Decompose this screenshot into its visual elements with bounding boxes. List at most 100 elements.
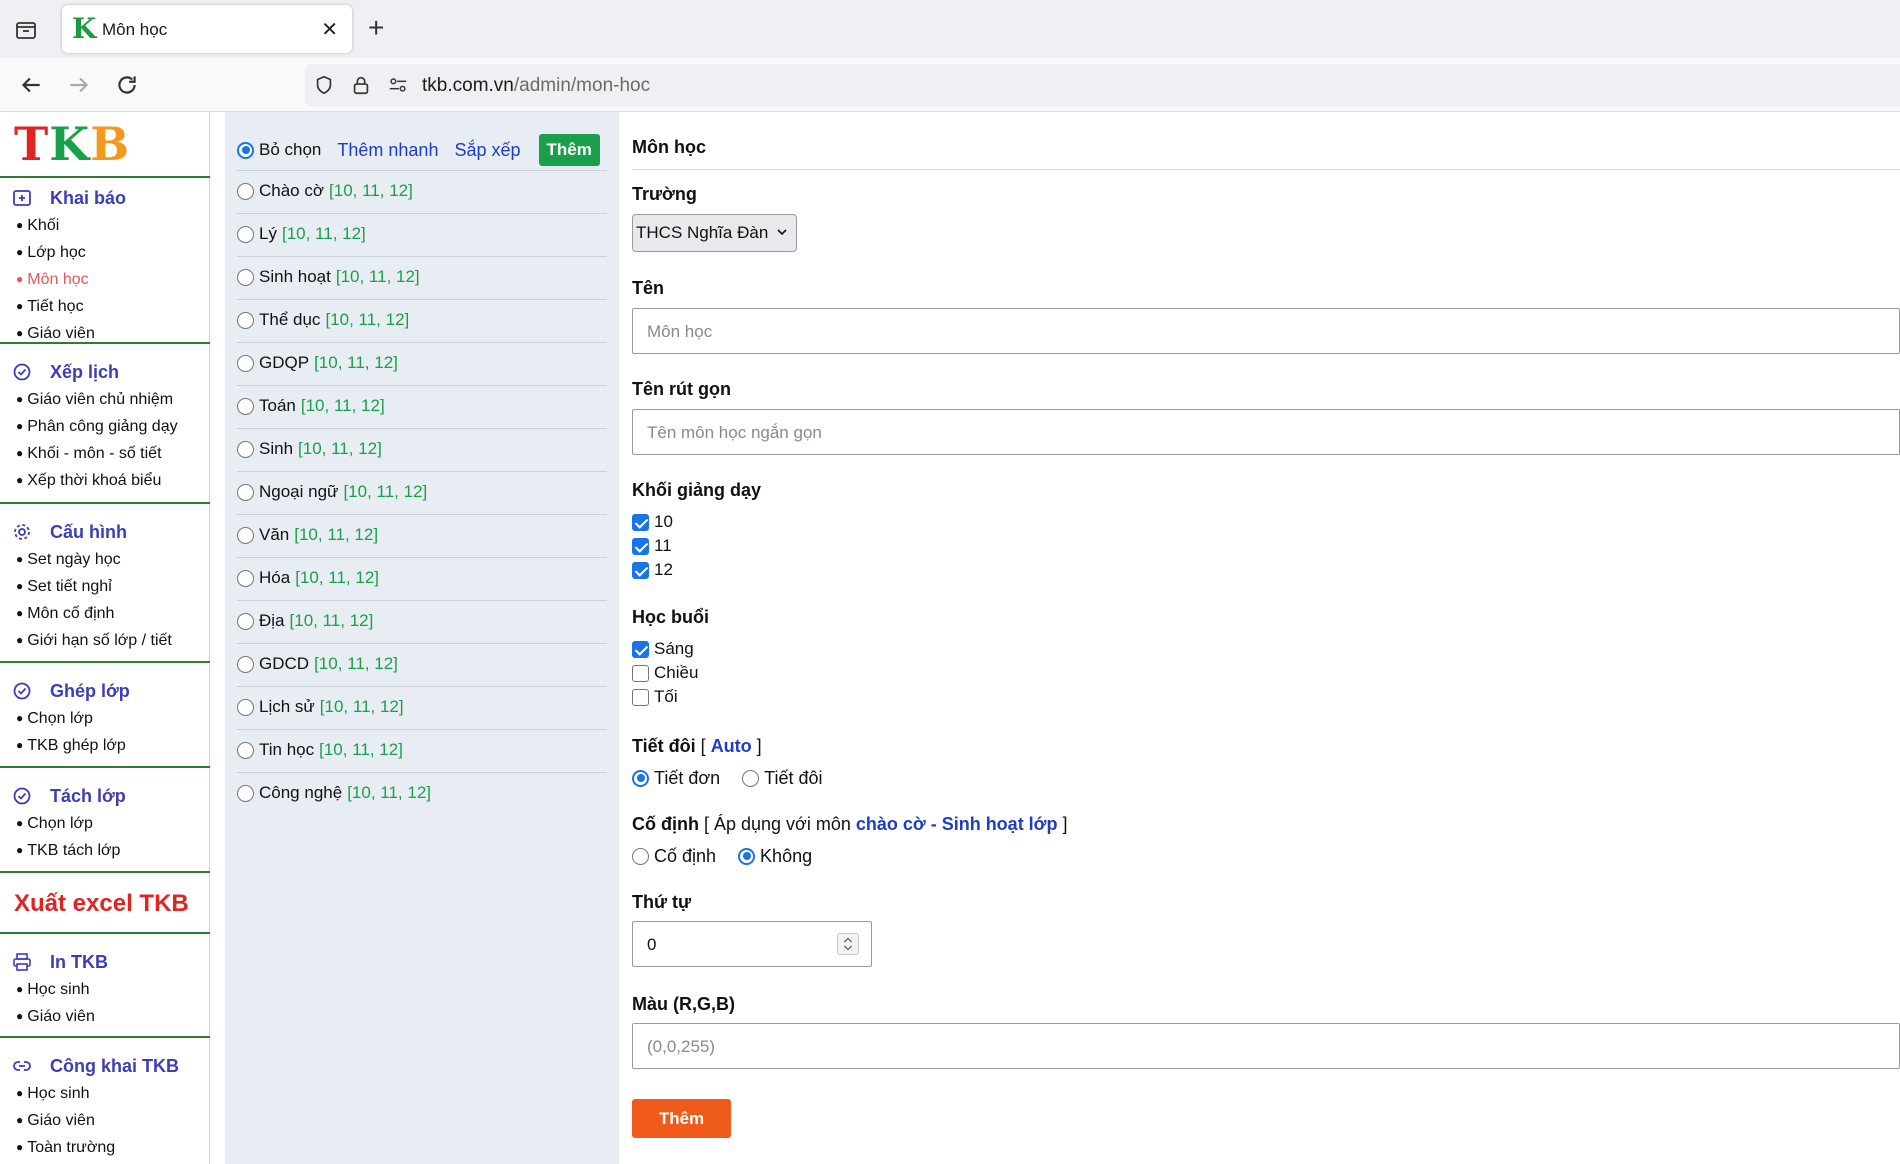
sidebar-item-in-hoc-sinh[interactable]: ● Học sinh — [0, 976, 210, 1003]
sidebar-item-phan-cong[interactable]: ● Phân công giảng dạy — [0, 413, 210, 440]
subject-radio[interactable] — [237, 182, 254, 200]
sidebar-item-set-ngay-hoc[interactable]: ● Set ngày học — [0, 546, 210, 573]
sidebar-item-lop-hoc[interactable]: ● Lớp học — [0, 239, 210, 266]
checkbox[interactable] — [632, 688, 649, 706]
auto-link[interactable]: Auto — [711, 736, 752, 756]
double-period-radio[interactable] — [742, 769, 760, 787]
name-input[interactable]: Môn học — [632, 308, 1900, 354]
subject-item[interactable]: GDCD [10, 11, 12] — [237, 652, 398, 676]
deselect-radio[interactable] — [237, 141, 254, 159]
forward-arrow-icon[interactable] — [66, 72, 92, 98]
sort-link[interactable]: Sắp xếp — [454, 140, 520, 161]
spinner-icon[interactable] — [837, 933, 859, 955]
sidebar-item-set-tiet-nghi[interactable]: ● Set tiết nghỉ — [0, 573, 210, 600]
sidebar-item-ck-hoc-sinh[interactable]: ● Học sinh — [0, 1080, 210, 1107]
sidebar-item-chon-lop[interactable]: ● Chọn lớp — [0, 705, 210, 732]
section-header[interactable]: Tách lớp — [0, 782, 210, 810]
subject-item[interactable]: Ngoại ngữ [10, 11, 12] — [237, 480, 427, 504]
subject-item[interactable]: Hóa [10, 11, 12] — [237, 566, 379, 590]
section-header[interactable]: In TKB — [0, 948, 210, 976]
section-header[interactable]: Cấu hình — [0, 518, 210, 546]
shield-icon[interactable] — [313, 74, 335, 96]
session-morning-checkbox[interactable]: Sáng — [632, 638, 694, 660]
checkbox[interactable] — [632, 513, 649, 531]
subject-radio[interactable] — [237, 741, 254, 759]
subject-item[interactable]: GDQP [10, 11, 12] — [237, 351, 398, 375]
subject-item[interactable]: Thể dục [10, 11, 12] — [237, 308, 409, 332]
session-afternoon-checkbox[interactable]: Chiều — [632, 662, 698, 684]
single-period-radio[interactable] — [632, 769, 649, 787]
sidebar-item-gioi-han[interactable]: ● Giới hạn số lớp / tiết — [0, 627, 210, 654]
subject-radio[interactable] — [237, 569, 254, 587]
close-tab-icon[interactable]: ✕ — [321, 17, 338, 42]
subject-item[interactable]: Lịch sử [10, 11, 12] — [237, 695, 404, 719]
back-arrow-icon[interactable] — [18, 72, 44, 98]
subject-item[interactable]: Văn [10, 11, 12] — [237, 523, 378, 547]
reload-icon[interactable] — [114, 72, 140, 98]
section-header[interactable]: Khai báo — [0, 184, 210, 212]
sidebar-item-mon-co-dinh[interactable]: ● Môn cố định — [0, 600, 210, 627]
subject-radio[interactable] — [237, 655, 254, 673]
subject-item[interactable]: Toán [10, 11, 12] — [237, 394, 385, 418]
fixed-no-radio[interactable] — [738, 847, 756, 865]
school-select[interactable]: THCS Nghĩa Đàn — [632, 214, 797, 252]
browser-tab[interactable]: K Môn học ✕ — [62, 5, 352, 53]
sidebar-item-xep-tkb[interactable]: ● Xếp thời khoá biểu — [0, 467, 210, 494]
subject-item[interactable]: Sinh [10, 11, 12] — [237, 437, 382, 461]
sidebar-item-in-giao-vien[interactable]: ● Giáo viên — [0, 1003, 210, 1030]
new-tab-icon[interactable]: + — [368, 14, 384, 42]
subject-item[interactable]: Tin học [10, 11, 12] — [237, 738, 403, 762]
subject-radio[interactable] — [237, 354, 254, 372]
fixed-yes-radio[interactable] — [632, 847, 649, 865]
url-text[interactable]: tkb.com.vn/admin/mon-hoc — [422, 75, 650, 97]
subject-item[interactable]: Công nghệ [10, 11, 12] — [237, 781, 431, 805]
subject-radio[interactable] — [237, 483, 254, 501]
sidebar-item-khoi[interactable]: ● Khối — [0, 212, 210, 239]
short-name-input[interactable]: Tên môn học ngắn gọn — [632, 409, 1900, 455]
add-subject-button[interactable]: Thêm — [538, 134, 600, 166]
subject-radio[interactable] — [237, 311, 254, 329]
checkbox[interactable] — [632, 561, 649, 579]
subject-radio[interactable] — [237, 612, 254, 630]
quick-add-link[interactable]: Thêm nhanh — [337, 140, 438, 161]
sidebar-item-tiet-hoc[interactable]: ● Tiết học — [0, 293, 210, 320]
checkbox[interactable] — [632, 537, 649, 555]
section-header[interactable]: Ghép lớp — [0, 677, 210, 705]
section-header[interactable]: Xếp lịch — [0, 358, 210, 386]
permissions-icon[interactable] — [387, 74, 409, 96]
section-header[interactable]: Công khai TKB — [0, 1052, 210, 1080]
grade-12-checkbox[interactable]: 12 — [632, 559, 673, 581]
subject-radio[interactable] — [237, 225, 254, 243]
subject-item[interactable]: Sinh hoạt [10, 11, 12] — [237, 265, 420, 289]
subject-radio[interactable] — [237, 268, 254, 286]
tkb-logo[interactable]: TKB — [14, 118, 130, 170]
subject-radio[interactable] — [237, 397, 254, 415]
session-evening-checkbox[interactable]: Tối — [632, 686, 678, 708]
sidebar-item-tkb-tach-lop[interactable]: ● TKB tách lớp — [0, 837, 210, 864]
sidebar-item-ck-giao-vien[interactable]: ● Giáo viên — [0, 1107, 210, 1134]
sidebar-item-ck-toan-truong[interactable]: ● Toàn trường — [0, 1134, 210, 1161]
order-input[interactable]: 0 — [632, 921, 872, 967]
sidebar-item-tkb-ghep-lop[interactable]: ● TKB ghép lớp — [0, 732, 210, 759]
subject-item[interactable]: Chào cờ [10, 11, 12] — [237, 179, 413, 203]
checkbox[interactable] — [632, 664, 649, 682]
subject-item[interactable]: Địa [10, 11, 12] — [237, 609, 373, 633]
export-excel-link[interactable]: Xuất excel TKB — [14, 890, 189, 918]
address-bar[interactable]: tkb.com.vn/admin/mon-hoc — [305, 64, 1900, 106]
grade-10-checkbox[interactable]: 10 — [632, 511, 673, 533]
lock-icon[interactable] — [350, 74, 372, 96]
subject-radio[interactable] — [237, 440, 254, 458]
sidebar-item-mon-hoc[interactable]: ● Môn học — [0, 266, 210, 293]
submit-button[interactable]: Thêm — [632, 1099, 731, 1138]
subject-radio[interactable] — [237, 698, 254, 716]
fixed-subjects-link[interactable]: chào cờ - Sinh hoạt lớp — [856, 814, 1058, 834]
grade-11-checkbox[interactable]: 11 — [632, 535, 672, 557]
subject-radio[interactable] — [237, 526, 254, 544]
sidebar-item-khoi-mon[interactable]: ● Khối - môn - số tiết — [0, 440, 210, 467]
subject-item[interactable]: Lý [10, 11, 12] — [237, 222, 366, 246]
checkbox[interactable] — [632, 640, 649, 658]
subject-radio[interactable] — [237, 784, 254, 802]
color-input[interactable]: (0,0,255) — [632, 1023, 1900, 1069]
tab-list-icon[interactable] — [14, 18, 38, 42]
sidebar-item-gvcn[interactable]: ● Giáo viên chủ nhiệm — [0, 386, 210, 413]
